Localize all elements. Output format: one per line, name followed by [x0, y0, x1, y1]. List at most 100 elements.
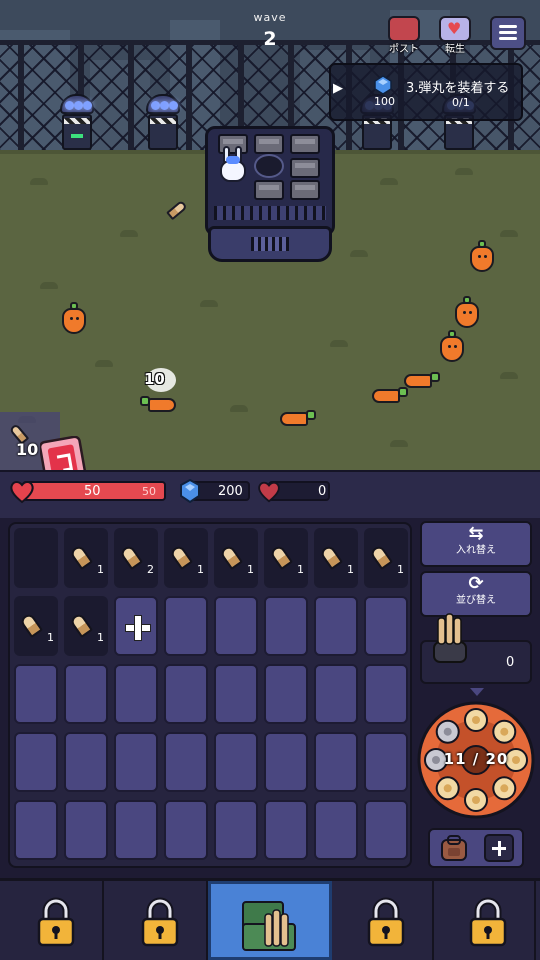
chamber-primer [500, 784, 509, 793]
tab-locked[interactable] [106, 881, 208, 960]
bullet-icon [318, 543, 344, 571]
bullet-projectile [166, 199, 188, 221]
slot-count: 1 [347, 563, 354, 576]
mailbox-button[interactable]: ポスト [385, 16, 423, 56]
inventory-slot-empty[interactable] [314, 664, 358, 724]
tab-locked[interactable] [434, 881, 536, 960]
tab-locked[interactable] [2, 881, 104, 960]
bullet-icon [368, 543, 394, 571]
inventory-slot-bullet[interactable]: 1 [364, 528, 408, 588]
chamber-primer [500, 727, 509, 736]
inventory-slot-empty[interactable] [214, 732, 258, 792]
bullet-icon [68, 611, 94, 639]
inventory-slot-empty[interactable] [364, 664, 408, 724]
sort-button[interactable]: ⟳ 並び替え [420, 571, 532, 617]
inventory-slot-empty[interactable] [164, 596, 208, 656]
slot-count: 1 [97, 563, 104, 576]
bullet-icon [68, 543, 94, 571]
inventory-slot-bullet[interactable]: 2 [114, 528, 158, 588]
bonus-heart-value: 0 [318, 484, 327, 499]
menu-button[interactable] [490, 16, 526, 50]
damage-popup: 10 [144, 370, 165, 388]
inventory-slot-empty[interactable] [214, 664, 258, 724]
inventory-slot-bullet[interactable]: 1 [164, 528, 208, 588]
inventory-slot-empty[interactable] [14, 528, 58, 588]
bullet-icon [218, 543, 244, 571]
ammo-crate-icon [242, 901, 296, 951]
carrot-enemy [455, 296, 479, 328]
inventory-slot-empty[interactable] [14, 732, 58, 792]
inventory-slot-empty[interactable] [14, 800, 58, 860]
rebirth-button[interactable]: ♥ 転生 [436, 16, 474, 56]
inventory-slot-empty[interactable] [114, 732, 158, 792]
add-bag-button[interactable] [484, 834, 514, 862]
wave-number: 2 [263, 28, 277, 50]
slot-count: 1 [297, 563, 304, 576]
inventory-slot-empty[interactable] [314, 732, 358, 792]
inventory-add-slot[interactable] [114, 596, 158, 656]
heart-icon [10, 481, 34, 504]
rebirth-heart-icon: ♥ [439, 16, 471, 42]
inventory-slot-bullet[interactable]: 1 [64, 528, 108, 588]
slot-count: 1 [47, 631, 54, 644]
inventory-slot-empty[interactable] [264, 732, 308, 792]
bullet-icon [18, 611, 44, 639]
inventory-slot-empty[interactable] [164, 664, 208, 724]
gem-icon [180, 479, 200, 503]
chamber-primer [472, 716, 480, 724]
swap-arrows-icon: ⇆ [468, 523, 484, 544]
tesla-turret [60, 92, 94, 150]
inventory-slot-bullet[interactable]: 1 [314, 528, 358, 588]
inventory-slot-empty[interactable] [364, 732, 408, 792]
inventory-slot-empty[interactable] [364, 596, 408, 656]
backpack-icon[interactable] [438, 834, 470, 862]
quest-arrow-icon[interactable]: ▶ [333, 81, 343, 96]
inventory-slot-bullet[interactable]: 1 [14, 596, 58, 656]
quest-progress: 0/1 [452, 96, 470, 109]
carrot-enemy [470, 240, 494, 272]
cylinder-ammo-text: 11 / 20 [443, 750, 509, 768]
inventory-slot-bullet[interactable]: 1 [264, 528, 308, 588]
inventory-slot-empty[interactable] [114, 664, 158, 724]
bonus-heart-icon [258, 481, 280, 503]
armored-truck [200, 118, 340, 268]
inventory-slot-bullet[interactable]: 1 [214, 528, 258, 588]
carrot-enemy-running [372, 385, 408, 403]
inventory-slot-bullet[interactable]: 1 [64, 596, 108, 656]
inventory-slot-empty[interactable] [214, 800, 258, 860]
lock-icon [367, 897, 405, 947]
carrot-enemy-running [404, 370, 440, 388]
tab-locked[interactable] [332, 881, 434, 960]
inventory-slot-empty[interactable] [314, 800, 358, 860]
sort-rotate-icon: ⟳ [468, 573, 484, 594]
inventory-slot-empty[interactable] [114, 800, 158, 860]
swap-button[interactable]: ⇆ 入れ替え [420, 521, 532, 567]
slot-count: 2 [147, 563, 154, 576]
inventory-slot-empty[interactable] [364, 800, 408, 860]
carrot-enemy [440, 330, 464, 362]
slot-count: 1 [97, 631, 104, 644]
inventory-slot-empty[interactable] [64, 732, 108, 792]
inventory-slot-empty[interactable] [264, 596, 308, 656]
mailbox-icon [388, 16, 420, 42]
tesla-turret [146, 92, 180, 150]
inventory-slot-empty[interactable] [264, 664, 308, 724]
rebirth-label: 転生 [445, 44, 465, 55]
inventory-slot-empty[interactable] [164, 732, 208, 792]
lock-icon [37, 897, 75, 947]
inventory-slot-empty[interactable] [64, 800, 108, 860]
ammo-counter: 10 [16, 440, 39, 459]
inventory-slot-empty[interactable] [64, 664, 108, 724]
lock-icon [141, 897, 179, 947]
loader-count: 0 [506, 655, 515, 670]
inventory-slot-empty[interactable] [164, 800, 208, 860]
slot-count: 1 [397, 563, 404, 576]
inventory-slot-empty[interactable] [264, 800, 308, 860]
tab-ammo-active[interactable] [208, 881, 332, 960]
slot-count: 1 [247, 563, 254, 576]
bullet-icon [268, 543, 294, 571]
inventory-slot-empty[interactable] [14, 664, 58, 724]
inventory-slot-empty[interactable] [314, 596, 358, 656]
carrot-enemy [62, 302, 86, 334]
inventory-slot-empty[interactable] [214, 596, 258, 656]
